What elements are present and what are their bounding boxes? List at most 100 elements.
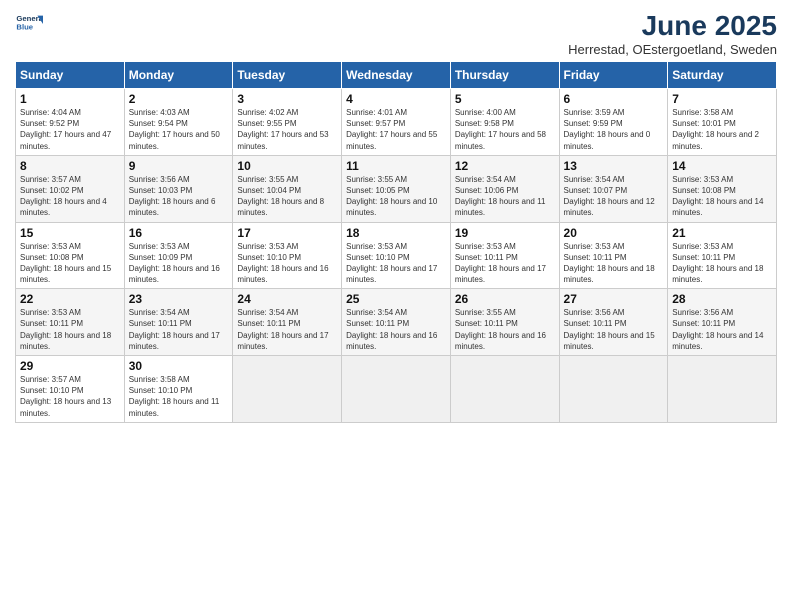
day-info: Sunrise: 3:53 AMSunset: 10:10 PMDaylight… — [237, 241, 337, 286]
day-number: 11 — [346, 159, 446, 173]
calendar-cell: 17Sunrise: 3:53 AMSunset: 10:10 PMDaylig… — [233, 222, 342, 289]
day-info: Sunrise: 3:53 AMSunset: 10:09 PMDaylight… — [129, 241, 229, 286]
calendar-cell: 26Sunrise: 3:55 AMSunset: 10:11 PMDaylig… — [450, 289, 559, 356]
day-info: Sunrise: 3:53 AMSunset: 10:11 PMDaylight… — [564, 241, 664, 286]
calendar-cell: 23Sunrise: 3:54 AMSunset: 10:11 PMDaylig… — [124, 289, 233, 356]
day-number: 15 — [20, 226, 120, 240]
day-number: 19 — [455, 226, 555, 240]
logo-icon: General Blue — [15, 10, 43, 38]
day-number: 28 — [672, 292, 772, 306]
day-number: 7 — [672, 92, 772, 106]
calendar-cell: 18Sunrise: 3:53 AMSunset: 10:10 PMDaylig… — [342, 222, 451, 289]
day-number: 22 — [20, 292, 120, 306]
calendar-week-row: 15Sunrise: 3:53 AMSunset: 10:08 PMDaylig… — [16, 222, 777, 289]
day-number: 29 — [20, 359, 120, 373]
calendar-week-row: 22Sunrise: 3:53 AMSunset: 10:11 PMDaylig… — [16, 289, 777, 356]
calendar-cell: 27Sunrise: 3:56 AMSunset: 10:11 PMDaylig… — [559, 289, 668, 356]
day-info: Sunrise: 3:55 AMSunset: 10:05 PMDaylight… — [346, 174, 446, 219]
day-info: Sunrise: 4:03 AMSunset: 9:54 PMDaylight:… — [129, 107, 229, 152]
calendar-cell: 5Sunrise: 4:00 AMSunset: 9:58 PMDaylight… — [450, 89, 559, 156]
calendar-cell: 10Sunrise: 3:55 AMSunset: 10:04 PMDaylig… — [233, 155, 342, 222]
weekday-header-thursday: Thursday — [450, 62, 559, 89]
day-info: Sunrise: 3:58 AMSunset: 10:01 PMDaylight… — [672, 107, 772, 152]
day-info: Sunrise: 3:57 AMSunset: 10:10 PMDaylight… — [20, 374, 120, 419]
day-info: Sunrise: 3:54 AMSunset: 10:06 PMDaylight… — [455, 174, 555, 219]
day-number: 2 — [129, 92, 229, 106]
weekday-header-friday: Friday — [559, 62, 668, 89]
calendar-cell: 4Sunrise: 4:01 AMSunset: 9:57 PMDaylight… — [342, 89, 451, 156]
day-info: Sunrise: 3:59 AMSunset: 9:59 PMDaylight:… — [564, 107, 664, 152]
title-block: June 2025 Herrestad, OEstergoetland, Swe… — [568, 10, 777, 57]
day-info: Sunrise: 3:55 AMSunset: 10:11 PMDaylight… — [455, 307, 555, 352]
day-number: 14 — [672, 159, 772, 173]
day-info: Sunrise: 3:55 AMSunset: 10:04 PMDaylight… — [237, 174, 337, 219]
logo: General Blue — [15, 10, 43, 38]
weekday-header-row: SundayMondayTuesdayWednesdayThursdayFrid… — [16, 62, 777, 89]
day-number: 1 — [20, 92, 120, 106]
calendar-week-row: 29Sunrise: 3:57 AMSunset: 10:10 PMDaylig… — [16, 356, 777, 423]
day-info: Sunrise: 3:56 AMSunset: 10:11 PMDaylight… — [564, 307, 664, 352]
calendar-page: General Blue June 2025 Herrestad, OEster… — [0, 0, 792, 612]
day-info: Sunrise: 3:57 AMSunset: 10:02 PMDaylight… — [20, 174, 120, 219]
calendar-cell: 9Sunrise: 3:56 AMSunset: 10:03 PMDayligh… — [124, 155, 233, 222]
weekday-header-monday: Monday — [124, 62, 233, 89]
day-number: 17 — [237, 226, 337, 240]
calendar-cell: 16Sunrise: 3:53 AMSunset: 10:09 PMDaylig… — [124, 222, 233, 289]
day-number: 6 — [564, 92, 664, 106]
main-title: June 2025 — [568, 10, 777, 42]
calendar-cell: 21Sunrise: 3:53 AMSunset: 10:11 PMDaylig… — [668, 222, 777, 289]
day-number: 3 — [237, 92, 337, 106]
calendar-cell — [668, 356, 777, 423]
day-number: 9 — [129, 159, 229, 173]
day-info: Sunrise: 3:56 AMSunset: 10:03 PMDaylight… — [129, 174, 229, 219]
svg-text:General: General — [16, 14, 43, 23]
calendar-cell: 24Sunrise: 3:54 AMSunset: 10:11 PMDaylig… — [233, 289, 342, 356]
day-number: 25 — [346, 292, 446, 306]
calendar-cell: 22Sunrise: 3:53 AMSunset: 10:11 PMDaylig… — [16, 289, 125, 356]
calendar-cell: 25Sunrise: 3:54 AMSunset: 10:11 PMDaylig… — [342, 289, 451, 356]
day-number: 30 — [129, 359, 229, 373]
day-info: Sunrise: 3:54 AMSunset: 10:07 PMDaylight… — [564, 174, 664, 219]
day-info: Sunrise: 3:53 AMSunset: 10:08 PMDaylight… — [20, 241, 120, 286]
day-info: Sunrise: 4:01 AMSunset: 9:57 PMDaylight:… — [346, 107, 446, 152]
day-number: 23 — [129, 292, 229, 306]
calendar-cell — [233, 356, 342, 423]
day-number: 5 — [455, 92, 555, 106]
weekday-header-sunday: Sunday — [16, 62, 125, 89]
day-number: 8 — [20, 159, 120, 173]
day-info: Sunrise: 3:58 AMSunset: 10:10 PMDaylight… — [129, 374, 229, 419]
day-info: Sunrise: 3:54 AMSunset: 10:11 PMDaylight… — [237, 307, 337, 352]
calendar-cell: 11Sunrise: 3:55 AMSunset: 10:05 PMDaylig… — [342, 155, 451, 222]
calendar-cell: 19Sunrise: 3:53 AMSunset: 10:11 PMDaylig… — [450, 222, 559, 289]
calendar-cell: 20Sunrise: 3:53 AMSunset: 10:11 PMDaylig… — [559, 222, 668, 289]
day-info: Sunrise: 3:53 AMSunset: 10:10 PMDaylight… — [346, 241, 446, 286]
weekday-header-wednesday: Wednesday — [342, 62, 451, 89]
calendar-cell — [342, 356, 451, 423]
calendar-cell: 8Sunrise: 3:57 AMSunset: 10:02 PMDayligh… — [16, 155, 125, 222]
day-info: Sunrise: 4:02 AMSunset: 9:55 PMDaylight:… — [237, 107, 337, 152]
day-number: 21 — [672, 226, 772, 240]
calendar-cell — [450, 356, 559, 423]
day-info: Sunrise: 3:54 AMSunset: 10:11 PMDaylight… — [129, 307, 229, 352]
day-info: Sunrise: 3:53 AMSunset: 10:11 PMDaylight… — [20, 307, 120, 352]
calendar-table: SundayMondayTuesdayWednesdayThursdayFrid… — [15, 61, 777, 423]
calendar-cell — [559, 356, 668, 423]
calendar-cell: 14Sunrise: 3:53 AMSunset: 10:08 PMDaylig… — [668, 155, 777, 222]
calendar-week-row: 8Sunrise: 3:57 AMSunset: 10:02 PMDayligh… — [16, 155, 777, 222]
day-info: Sunrise: 3:54 AMSunset: 10:11 PMDaylight… — [346, 307, 446, 352]
calendar-cell: 28Sunrise: 3:56 AMSunset: 10:11 PMDaylig… — [668, 289, 777, 356]
day-number: 18 — [346, 226, 446, 240]
subtitle: Herrestad, OEstergoetland, Sweden — [568, 42, 777, 57]
day-info: Sunrise: 3:53 AMSunset: 10:08 PMDaylight… — [672, 174, 772, 219]
day-info: Sunrise: 3:53 AMSunset: 10:11 PMDaylight… — [672, 241, 772, 286]
day-number: 10 — [237, 159, 337, 173]
weekday-header-saturday: Saturday — [668, 62, 777, 89]
calendar-week-row: 1Sunrise: 4:04 AMSunset: 9:52 PMDaylight… — [16, 89, 777, 156]
day-number: 12 — [455, 159, 555, 173]
day-number: 24 — [237, 292, 337, 306]
day-number: 20 — [564, 226, 664, 240]
calendar-cell: 2Sunrise: 4:03 AMSunset: 9:54 PMDaylight… — [124, 89, 233, 156]
weekday-header-tuesday: Tuesday — [233, 62, 342, 89]
calendar-cell: 7Sunrise: 3:58 AMSunset: 10:01 PMDayligh… — [668, 89, 777, 156]
calendar-cell: 3Sunrise: 4:02 AMSunset: 9:55 PMDaylight… — [233, 89, 342, 156]
